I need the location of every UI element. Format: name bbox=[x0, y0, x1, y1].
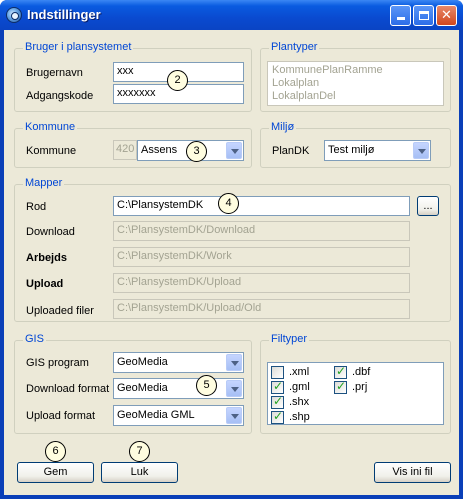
callout-6: 6 bbox=[45, 441, 66, 462]
settings-window: Indstillinger ✕ Bruger i plansystemet Br… bbox=[0, 0, 463, 499]
checkbox[interactable] bbox=[334, 379, 347, 394]
uploaded-filer-label: Uploaded filer bbox=[26, 305, 94, 317]
upload-format-value: GeoMedia GML bbox=[117, 409, 195, 421]
chevron-down-icon[interactable] bbox=[226, 380, 242, 397]
app-globe-icon bbox=[6, 7, 22, 23]
callout-2: 2 bbox=[167, 70, 188, 91]
close-button[interactable]: ✕ bbox=[436, 5, 457, 26]
vis-ini-fil-button[interactable]: Vis ini fil bbox=[374, 462, 451, 483]
checkbox[interactable] bbox=[271, 366, 284, 379]
download-label: Download bbox=[26, 226, 75, 238]
gis-program-label: GIS program bbox=[26, 357, 89, 369]
gis-program-value: GeoMedia bbox=[117, 356, 168, 368]
upload-format-select[interactable]: GeoMedia GML bbox=[113, 405, 244, 426]
minimize-button[interactable] bbox=[390, 5, 411, 26]
filetype-label: .gml bbox=[289, 381, 310, 393]
arbejds-label: Arbejds bbox=[26, 252, 67, 264]
gis-program-select[interactable]: GeoMedia bbox=[113, 352, 244, 373]
list-item[interactable]: Lokalplan bbox=[272, 77, 319, 89]
rod-label: Rod bbox=[26, 201, 47, 213]
arbejds-folder-field: C:\PlansystemDK/Work bbox=[113, 247, 410, 267]
filtyper-list[interactable]: .xml .dbf .gml .prj .shx .shp bbox=[267, 362, 444, 425]
maximize-icon bbox=[418, 11, 429, 20]
rod-field[interactable]: C:\PlansystemDK bbox=[113, 196, 410, 216]
callout-3: 3 bbox=[186, 141, 207, 162]
group-title-filtyper: Filtyper bbox=[269, 333, 310, 345]
group-title-mapper: Mapper bbox=[23, 177, 65, 189]
kommune-select-value: Assens bbox=[141, 144, 178, 156]
filetype-label: .xml bbox=[289, 366, 310, 378]
browse-button[interactable]: ... bbox=[417, 196, 439, 216]
plantyper-list[interactable]: KommunePlanRamme Lokalplan LokalplanDel bbox=[267, 61, 444, 106]
callout-4: 4 bbox=[218, 193, 239, 214]
group-title-miljo: Miljø bbox=[269, 121, 297, 133]
checkbox[interactable] bbox=[334, 364, 347, 379]
download-format-value: GeoMedia bbox=[117, 382, 168, 394]
filetype-label: .dbf bbox=[352, 366, 371, 378]
download-format-label: Download format bbox=[26, 383, 110, 395]
list-item[interactable]: LokalplanDel bbox=[272, 90, 336, 102]
upload-folder-field: C:\PlansystemDK/Upload bbox=[113, 273, 410, 293]
filetype-label: .shp bbox=[289, 411, 310, 423]
filetype-label: .shx bbox=[289, 396, 310, 408]
chevron-down-icon[interactable] bbox=[226, 407, 242, 424]
kommune-label: Kommune bbox=[26, 145, 77, 157]
dialog-body: Bruger i plansystemet Brugernavn xxx Adg… bbox=[4, 30, 459, 495]
adgangskode-label: Adgangskode bbox=[26, 90, 94, 102]
group-title-gis: GIS bbox=[23, 333, 46, 345]
group-title-plantyper: Plantyper bbox=[269, 41, 320, 53]
kommune-code: 420 bbox=[113, 140, 137, 160]
brugernavn-label: Brugernavn bbox=[26, 67, 83, 79]
checkbox[interactable] bbox=[271, 379, 284, 394]
maximize-button[interactable] bbox=[413, 5, 434, 26]
title-bar[interactable]: Indstillinger ✕ bbox=[0, 0, 463, 30]
miljo-select[interactable]: Test miljø bbox=[324, 140, 431, 161]
luk-button[interactable]: Luk bbox=[101, 462, 178, 483]
checkbox[interactable] bbox=[271, 409, 284, 424]
group-title-kommune: Kommune bbox=[23, 121, 78, 133]
upload-format-label: Upload format bbox=[26, 410, 96, 422]
chevron-down-icon[interactable] bbox=[226, 142, 242, 159]
uploaded-folder-field: C:\PlansystemDK/Upload/Old bbox=[113, 299, 410, 319]
download-format-select[interactable]: GeoMedia bbox=[113, 378, 244, 399]
group-title-bruger: Bruger i plansystemet bbox=[23, 41, 134, 53]
minimize-icon bbox=[396, 17, 405, 20]
miljo-select-value: Test miljø bbox=[328, 144, 375, 156]
download-folder-field: C:\PlansystemDK/Download bbox=[113, 221, 410, 241]
window-title: Indstillinger bbox=[27, 7, 101, 22]
upload-label: Upload bbox=[26, 278, 64, 290]
callout-5: 5 bbox=[196, 375, 217, 396]
checkbox[interactable] bbox=[271, 394, 284, 409]
chevron-down-icon[interactable] bbox=[413, 142, 429, 159]
list-item[interactable]: KommunePlanRamme bbox=[272, 64, 383, 76]
callout-7: 7 bbox=[129, 441, 150, 462]
chevron-down-icon[interactable] bbox=[226, 354, 242, 371]
gem-button[interactable]: Gem bbox=[17, 462, 94, 483]
filetype-label: .prj bbox=[352, 381, 368, 393]
plandk-label: PlanDK bbox=[272, 145, 310, 157]
close-icon: ✕ bbox=[441, 7, 452, 22]
